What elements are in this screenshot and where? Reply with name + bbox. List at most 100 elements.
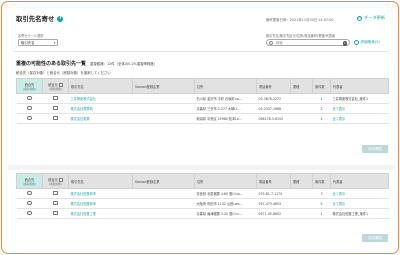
- company-name-link[interactable]: 株式会社佐藤商事: [68, 188, 133, 199]
- phone-cell: 058178-3-6192: [256, 113, 291, 124]
- data-update-label: データ更新: [364, 15, 385, 20]
- show-all-link[interactable]: 全て表示: [330, 103, 389, 114]
- merge-from-checkbox[interactable]: [53, 95, 58, 101]
- merge-from-checkbox[interactable]: [53, 210, 58, 216]
- app-window: 取引先名寄せ ? 最終更新日時：2021年11月30日 14:07:00 ↻ デ…: [8, 8, 394, 251]
- company-name-link[interactable]: 三井物産株式会社: [68, 93, 133, 104]
- select-all-checkbox[interactable]: [58, 177, 63, 182]
- sansan-cell: [132, 198, 195, 209]
- col-name: 取引先名: [68, 173, 133, 189]
- address-cell: 新潟県 中央区 25980 松本Lo…: [194, 113, 257, 124]
- show-all-link[interactable]: 全て表示: [330, 188, 389, 199]
- col-sansan: Sansan登録企業: [132, 78, 195, 94]
- phone-cell: 075-61-7-1175: [256, 188, 291, 199]
- data-update-link[interactable]: ↻ データ更新: [357, 15, 385, 21]
- industry-cell: [290, 113, 313, 124]
- search-placeholder: 検索: [276, 41, 283, 45]
- search-input[interactable]: 検索 ×: [266, 39, 350, 46]
- count-cell: 5: [312, 198, 331, 209]
- sansan-cell: [132, 113, 195, 124]
- company-name-link[interactable]: 株式会社佐藤工業: [68, 208, 133, 219]
- table-row: 株式会社電算 新潟県 中央区 25980 松本Lo… 058178-3-6192…: [16, 113, 389, 124]
- merge-to-radio[interactable]: [27, 105, 32, 111]
- col-rep: 代表者: [330, 173, 389, 189]
- clear-icon[interactable]: ×: [342, 41, 347, 46]
- industry-cell: [290, 93, 313, 104]
- table-row: 株式会社佐藤商事 大阪府 吹田市 1132 山田Lwa… 057-473-465…: [16, 198, 389, 209]
- merge-from-checkbox[interactable]: [53, 200, 58, 206]
- col-address: 住所: [194, 173, 257, 189]
- merge-to-radio[interactable]: [27, 190, 32, 196]
- search-label: 取引先名/取引先区分/住所/電話番号/業種/代表者: [266, 34, 336, 38]
- industry-cell: [290, 188, 313, 199]
- phone-cell: 057-473-4653: [256, 198, 291, 209]
- duplicates-table-2: 統合先 (保存対象) 統合元 (削除対象) 取引先名 Sansan登録企業 住所 …: [16, 173, 389, 219]
- col-count: 案件数: [312, 78, 331, 94]
- col-merge-to: 統合先 (保存対象): [16, 78, 43, 94]
- col-phone: 電話番号: [256, 78, 291, 94]
- col-merge-to: 統合先 (保存対象): [16, 173, 43, 189]
- merge-to-radio[interactable]: [27, 95, 32, 101]
- count-cell: 3: [312, 188, 331, 199]
- col-industry: 業種: [290, 173, 313, 189]
- col-industry: 業種: [290, 78, 313, 94]
- col-count: 案件数: [312, 173, 331, 189]
- rule-select-value: 取引先名: [21, 41, 35, 45]
- detail-search-link[interactable]: 詳細検索(5): [354, 40, 380, 45]
- phone-cell: 03-3876-5272: [256, 93, 291, 104]
- table-row: 株式会社電算商 青森県 三沢市 3-277 大崎Lt… 03-2337-1968…: [16, 103, 389, 114]
- phone-cell: 0571-45-8652: [256, 208, 291, 219]
- outer-frame: 取引先名寄せ ? 最終更新日時：2021年11月30日 14:07:00 ↻ デ…: [1, 1, 399, 254]
- col-phone: 電話番号: [256, 173, 291, 189]
- duplicate-count: 重複候補：12件（全体の0.2%重複率程度）: [90, 62, 158, 66]
- phone-cell: 03-2337-1968: [256, 103, 291, 114]
- chevron-down-icon: ▾: [53, 41, 56, 45]
- col-merge-from: 統合元 (削除対象): [42, 78, 69, 94]
- table-row: 三井物産株式会社 石川県 金沢市 中町 石坂町Lw… 03-3876-5272 …: [16, 93, 389, 104]
- industry-cell: [290, 103, 313, 114]
- company-name-link[interactable]: 株式会社佐藤商事: [68, 198, 133, 209]
- page-title-text: 取引先名寄せ: [16, 15, 55, 23]
- col-address: 住所: [194, 78, 257, 94]
- merge-to-radio[interactable]: [27, 200, 32, 206]
- section-separator: [8, 165, 394, 170]
- search-icon: [269, 40, 273, 45]
- sansan-cell: [132, 93, 195, 104]
- merge-confirm-button-2[interactable]: 統合確認: [362, 234, 388, 242]
- company-name-link[interactable]: 株式会社電算: [68, 113, 133, 124]
- rep-cell: 株式会社佐藤工業_案件1: [330, 208, 389, 219]
- industry-cell: [290, 198, 313, 209]
- rule-select-label: 名寄せルール選択: [18, 34, 44, 38]
- address-cell: 奈良県 北葛城郡 4-65 登川Lw…: [194, 188, 257, 199]
- address-cell: 青森県 南津軽郡 3-25 登川Lc…: [194, 208, 257, 219]
- merge-confirm-button-1[interactable]: 統合確認: [362, 145, 388, 153]
- select-all-checkbox[interactable]: [58, 82, 63, 87]
- sansan-cell: [132, 103, 195, 114]
- rep-cell: 三井物産株式会社_案件1: [330, 93, 389, 104]
- table-row: 株式会社佐藤工業 青森県 南津軽郡 3-25 登川Lc… 0571-45-865…: [16, 208, 389, 219]
- refresh-icon: ↻: [357, 15, 362, 21]
- rule-select[interactable]: 取引先名 ▾: [18, 39, 58, 46]
- help-icon[interactable]: ?: [57, 15, 64, 22]
- duplicates-table-1: 統合先 (保存対象) 統合元 (削除対象) 取引先名 Sansan登録企業 住所 …: [16, 78, 389, 124]
- col-name: 取引先名: [68, 78, 133, 94]
- address-cell: 大阪府 吹田市 1132 山田Lwa…: [194, 198, 257, 209]
- section-instruction: 統合先（保存対象）と統合元（削除対象）を選択してください: [16, 71, 111, 75]
- merge-from-checkbox[interactable]: [53, 105, 58, 111]
- divider: [14, 51, 388, 52]
- count-cell: 1: [312, 93, 331, 104]
- page-title: 取引先名寄せ ?: [16, 14, 64, 23]
- sansan-cell: [132, 188, 195, 199]
- merge-to-radio[interactable]: [27, 115, 32, 121]
- show-all-link[interactable]: 全て表示: [330, 198, 389, 209]
- address-cell: 青森県 三沢市 3-277 大崎Lt…: [194, 103, 257, 114]
- merge-from-checkbox[interactable]: [53, 115, 58, 121]
- merge-from-checkbox[interactable]: [53, 190, 58, 196]
- count-cell: 1: [312, 208, 331, 219]
- industry-cell: [290, 208, 313, 219]
- show-all-link[interactable]: 全て表示: [330, 113, 389, 124]
- merge-to-radio[interactable]: [27, 210, 32, 216]
- company-name-link[interactable]: 株式会社電算商: [68, 103, 133, 114]
- col-sansan: Sansan登録企業: [132, 173, 195, 189]
- col-rep: 代表者: [330, 78, 389, 94]
